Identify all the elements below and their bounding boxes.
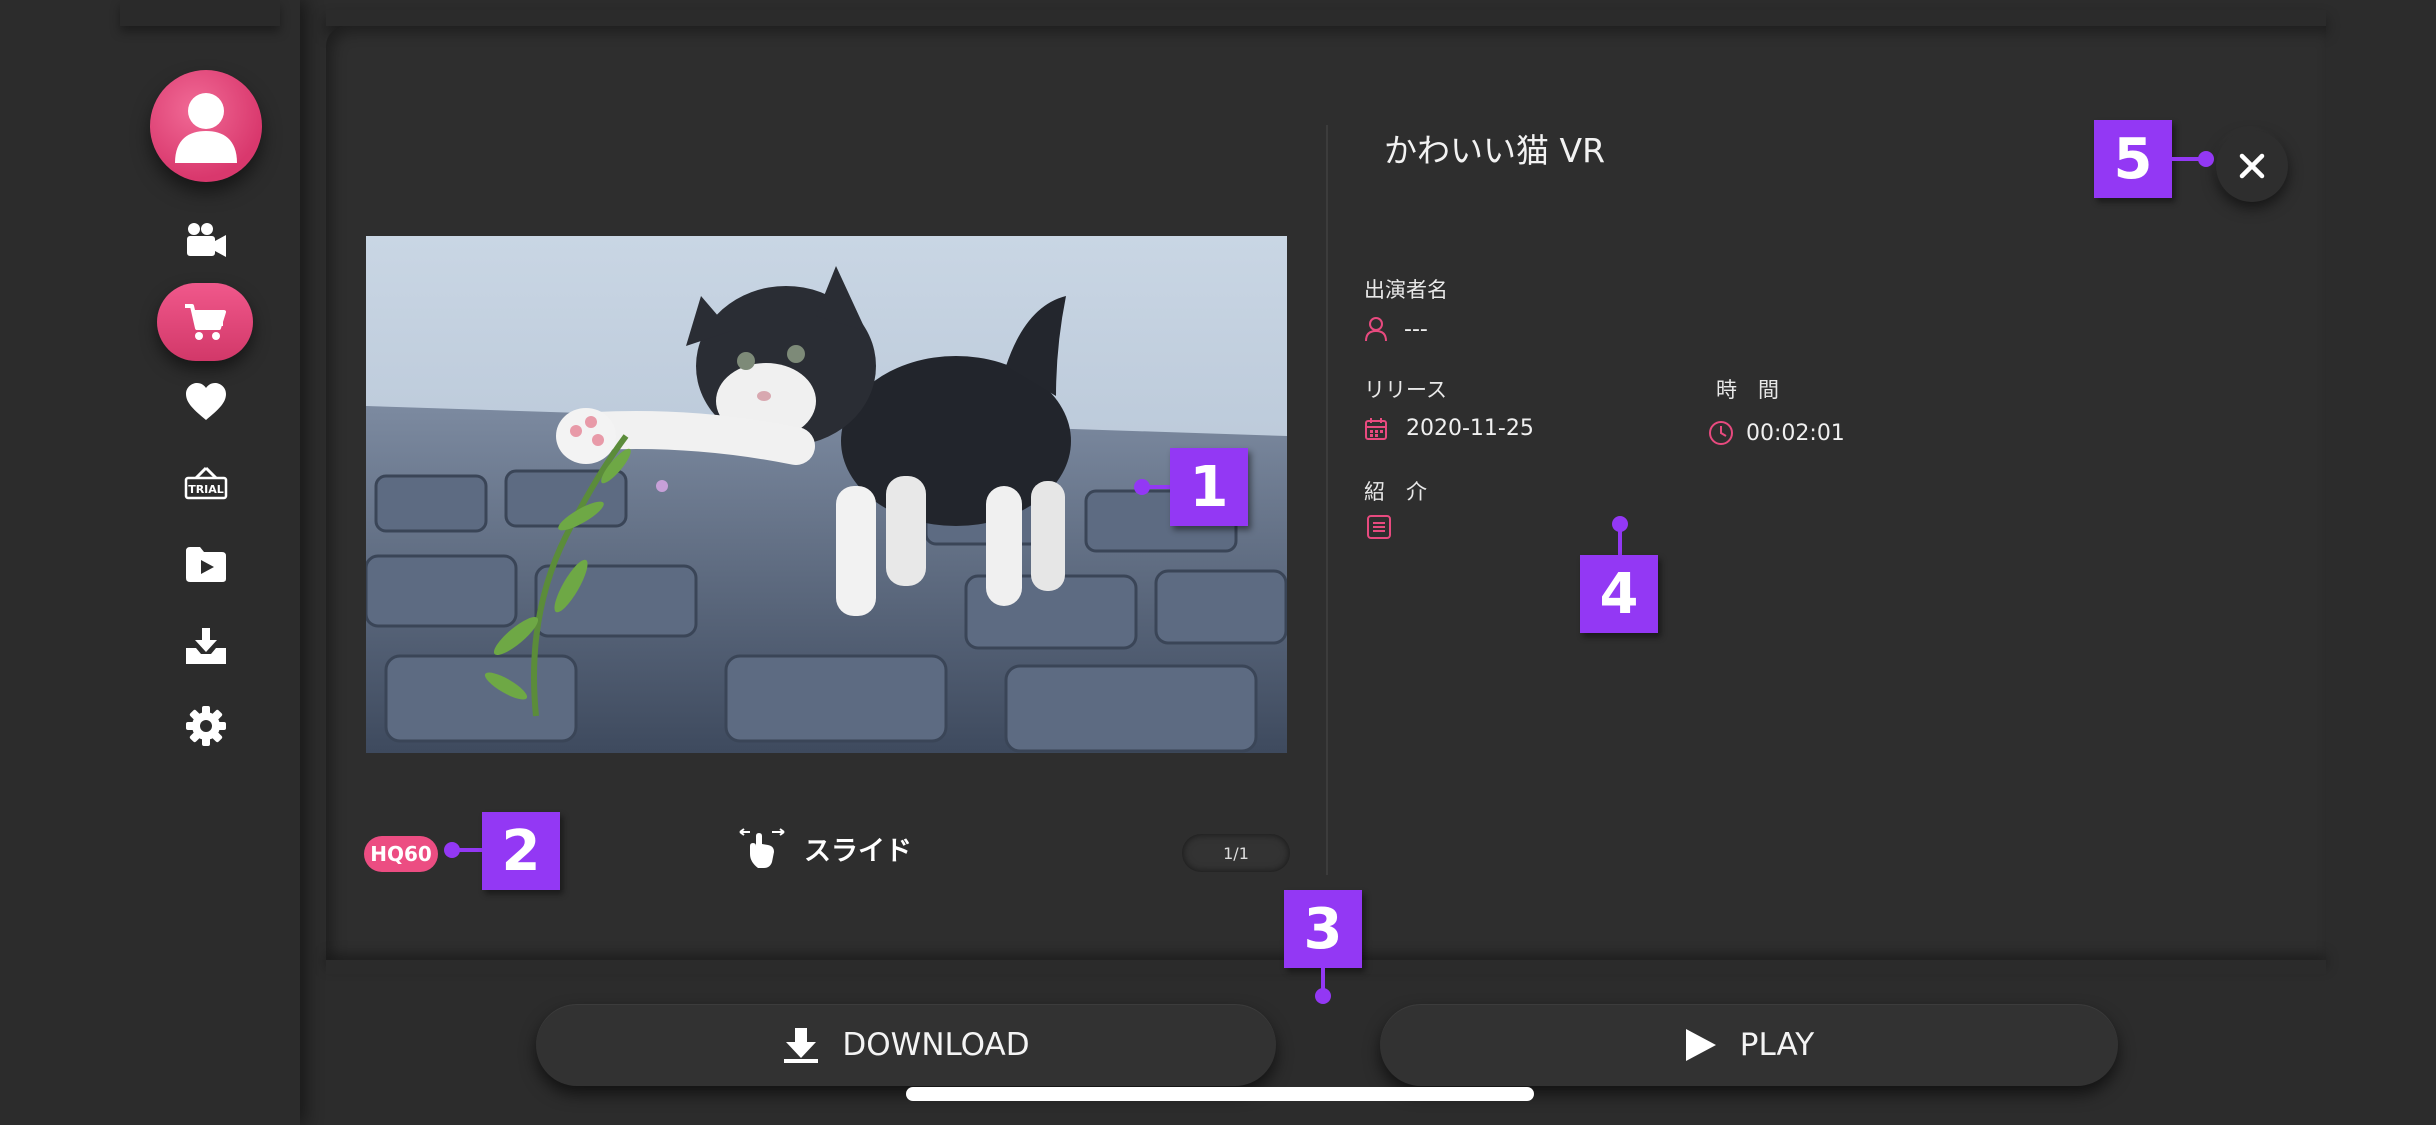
sidebar-item-settings[interactable] xyxy=(174,694,238,758)
download-button[interactable]: DOWNLOAD xyxy=(536,1004,1276,1086)
trial-icon: TRIAL xyxy=(184,466,228,500)
download-arrow-icon xyxy=(784,1028,819,1063)
callout-1-line xyxy=(1142,485,1172,489)
performer-row: --- xyxy=(1364,316,1428,342)
play-button[interactable]: PLAY xyxy=(1380,1004,2118,1086)
kitten-image xyxy=(366,236,1287,753)
performer-value: --- xyxy=(1404,316,1428,342)
duration-label: 時 間 xyxy=(1716,378,1779,402)
callout-4: 4 xyxy=(1580,555,1658,633)
sidebar xyxy=(0,0,300,1125)
callout-2: 2 xyxy=(482,812,560,890)
clock-icon xyxy=(1709,421,1733,445)
duration-value: 00:02:01 xyxy=(1746,420,1845,446)
callout-2-line xyxy=(452,848,484,852)
home-indicator xyxy=(906,1087,1534,1101)
performer-label: 出演者名 xyxy=(1364,278,1448,302)
profile-avatar-button[interactable] xyxy=(150,70,262,182)
quality-badge: HQ60 xyxy=(364,836,438,872)
video-title: かわいい猫 VR xyxy=(1384,131,1605,170)
release-date: 2020-11-25 xyxy=(1406,416,1534,441)
cart-icon xyxy=(185,304,226,340)
folder-play-icon xyxy=(186,547,226,582)
svg-text:TRIAL: TRIAL xyxy=(188,483,224,496)
callout-3-dot xyxy=(1315,988,1331,1004)
callout-5: 5 xyxy=(2094,120,2172,198)
calendar-icon xyxy=(1365,417,1387,440)
person-icon xyxy=(1365,317,1387,342)
release-row: 2020-11-25 xyxy=(1364,416,1534,441)
sidebar-item-videos[interactable] xyxy=(174,208,238,272)
download-tray-icon xyxy=(186,628,226,664)
panel-divider xyxy=(1326,125,1328,875)
callout-5-dot xyxy=(2198,151,2214,167)
profile-icon xyxy=(175,93,237,163)
slide-label: スライド xyxy=(804,835,912,867)
video-thumbnail[interactable] xyxy=(366,236,1287,753)
play-icon xyxy=(1685,1029,1716,1061)
duration-row: 00:02:01 xyxy=(1708,420,1845,446)
release-label: リリース xyxy=(1364,378,1447,402)
callout-1: 1 xyxy=(1170,448,1248,526)
sidebar-item-cart[interactable] xyxy=(157,283,253,361)
sidebar-item-trial[interactable]: TRIAL xyxy=(174,452,238,516)
page-indicator: 1/1 xyxy=(1182,834,1290,872)
panel-top-edge xyxy=(326,10,2326,26)
intro-row xyxy=(1366,514,1392,544)
swipe-hand-icon xyxy=(739,828,785,868)
callout-4-line xyxy=(1618,524,1622,556)
intro-label: 紹 介 xyxy=(1364,480,1427,504)
download-label: DOWNLOAD xyxy=(842,1027,1030,1063)
play-label: PLAY xyxy=(1739,1027,1815,1063)
gear-icon xyxy=(186,706,226,746)
sidebar-item-library[interactable] xyxy=(174,532,238,596)
callout-3: 3 xyxy=(1284,890,1362,968)
close-button[interactable] xyxy=(2216,130,2288,202)
heart-icon xyxy=(186,383,226,420)
sidebar-item-favorites[interactable] xyxy=(174,370,238,434)
video-camera-icon xyxy=(187,223,226,257)
sidebar-top-edge xyxy=(120,0,280,26)
description-icon xyxy=(1367,515,1391,539)
close-icon xyxy=(2239,153,2265,179)
slide-mode-toggle[interactable]: スライド xyxy=(736,826,912,870)
sidebar-item-downloads[interactable] xyxy=(174,614,238,678)
